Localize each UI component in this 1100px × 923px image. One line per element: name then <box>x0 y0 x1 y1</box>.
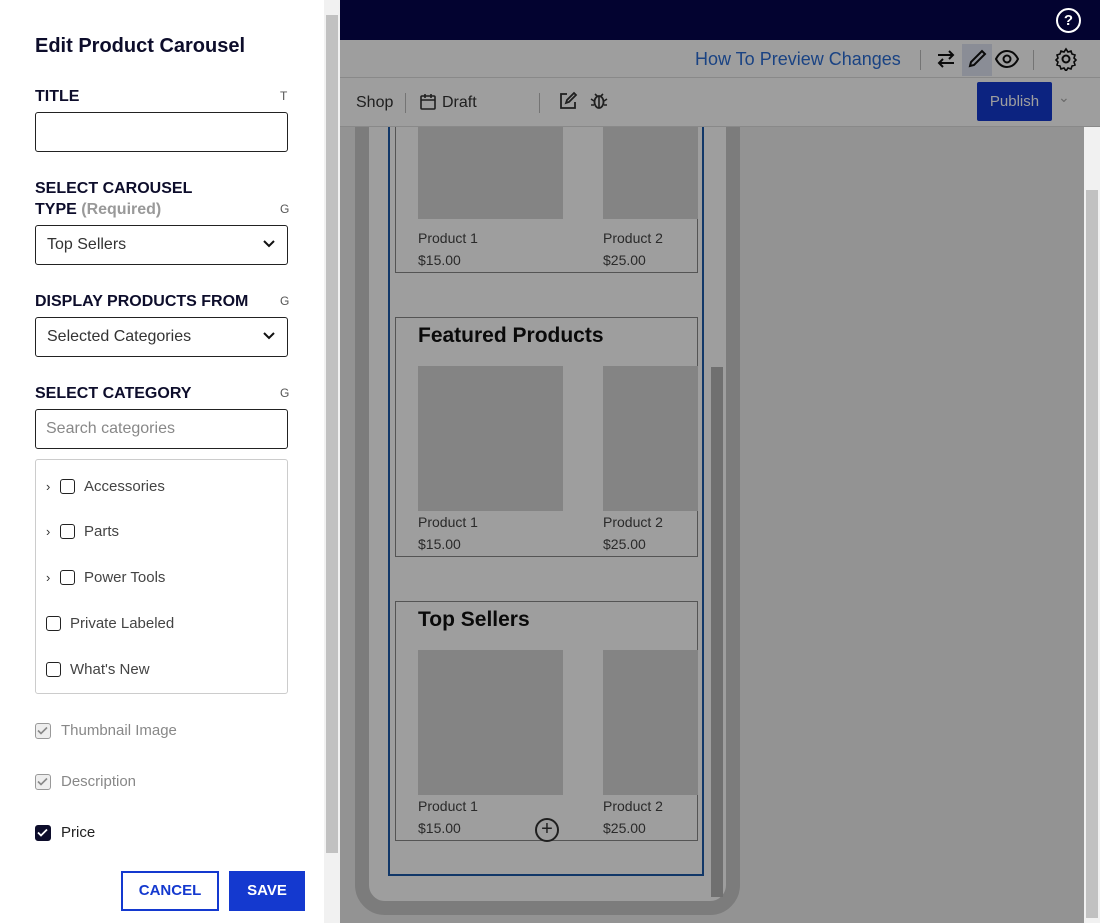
description-label: Description <box>61 773 137 790</box>
checkmark-icon <box>37 828 48 837</box>
title-label: TITLE <box>35 88 80 105</box>
category-label: Accessories <box>84 478 165 495</box>
price-checkbox[interactable] <box>35 825 51 841</box>
save-button[interactable]: SAVE <box>229 871 305 911</box>
carousel-type-select[interactable]: Top Sellers <box>35 225 288 265</box>
category-hint: G <box>280 386 290 400</box>
thumbnail-image-label: Thumbnail Image <box>61 722 177 739</box>
category-checkbox[interactable] <box>60 479 75 494</box>
chevron-right-icon[interactable]: › <box>46 479 50 494</box>
carousel-type-label: SELECT CAROUSEL TYPE (Required) <box>35 178 192 220</box>
panel-scrollbar-thumb[interactable] <box>326 15 338 853</box>
chevron-down-icon <box>263 332 275 340</box>
chevron-right-icon[interactable]: › <box>46 524 50 539</box>
category-label: What's New <box>70 661 150 678</box>
thumbnail-image-checkbox <box>35 723 51 739</box>
category-checkbox[interactable] <box>46 662 61 677</box>
category-checkbox[interactable] <box>60 524 75 539</box>
carousel-type-value: Top Sellers <box>47 236 127 253</box>
help-icon[interactable]: ? <box>1056 8 1081 33</box>
display-from-value: Selected Categories <box>47 328 192 345</box>
category-search-input[interactable] <box>35 409 288 449</box>
display-from-hint: G <box>280 294 290 308</box>
display-from-select[interactable]: Selected Categories <box>35 317 288 357</box>
description-checkbox <box>35 774 51 790</box>
category-label: SELECT CATEGORY <box>35 385 192 402</box>
carousel-type-hint: G <box>280 202 290 216</box>
category-tree: › Accessories › Parts › Power Tools Priv… <box>35 459 288 694</box>
category-checkbox[interactable] <box>46 616 61 631</box>
category-label: Private Labeled <box>70 615 175 632</box>
category-label: Power Tools <box>84 569 166 586</box>
modal-backdrop <box>340 40 1100 923</box>
title-hint: T <box>280 89 288 103</box>
display-from-label: DISPLAY PRODUCTS FROM <box>35 293 249 310</box>
cancel-button[interactable]: CANCEL <box>121 871 219 911</box>
price-label: Price <box>61 824 96 841</box>
required-tag: (Required) <box>81 201 162 218</box>
checkmark-icon <box>37 777 48 786</box>
carousel-type-label-line2: TYPE <box>35 201 77 218</box>
chevron-right-icon[interactable]: › <box>46 570 50 585</box>
chevron-down-icon <box>263 240 275 248</box>
category-label: Parts <box>84 523 120 540</box>
category-checkbox[interactable] <box>60 570 75 585</box>
carousel-type-label-line1: SELECT CAROUSEL <box>35 180 193 197</box>
checkmark-icon <box>37 726 48 735</box>
page-scrollbar-thumb[interactable] <box>1086 190 1098 918</box>
edit-panel: Edit Product Carousel TITLE T SELECT CAR… <box>0 0 340 923</box>
panel-title: Edit Product Carousel <box>35 35 246 57</box>
title-input[interactable] <box>35 112 288 152</box>
